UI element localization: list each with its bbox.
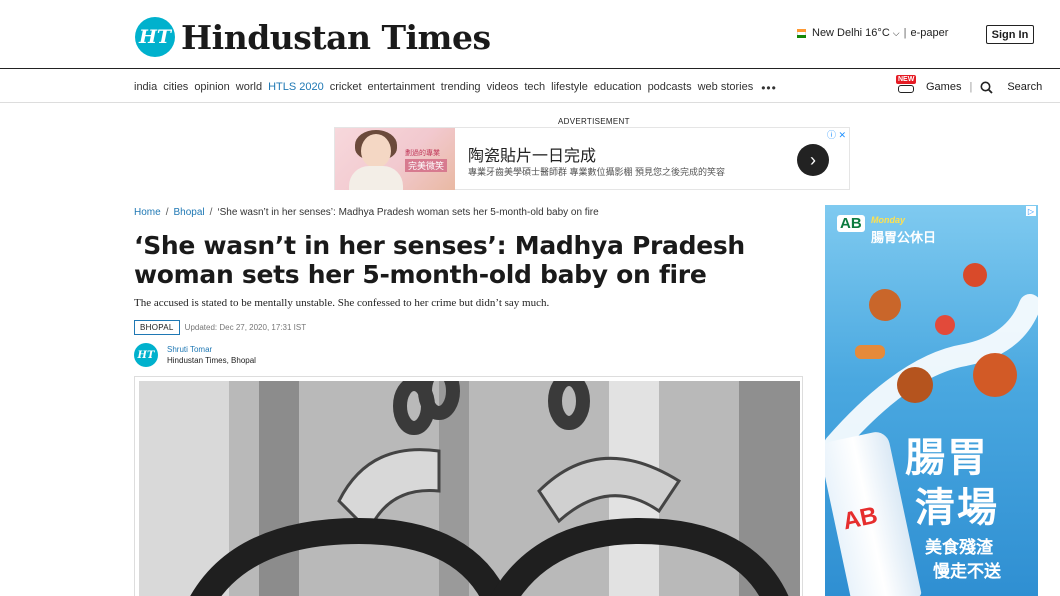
breadcrumb-home[interactable]: Home bbox=[134, 207, 161, 218]
search-icon bbox=[980, 81, 993, 94]
india-flag-icon bbox=[797, 28, 806, 38]
nav-item-cricket[interactable]: cricket bbox=[330, 81, 362, 95]
epaper-link[interactable]: e-paper bbox=[910, 27, 948, 39]
new-badge: NEW bbox=[896, 75, 917, 84]
article-meta: BHOPAL Updated: Dec 27, 2020, 17:31 IST bbox=[134, 320, 306, 335]
nav-item-web-stories[interactable]: web stories bbox=[698, 81, 754, 95]
games-link[interactable]: NEW Games | Search bbox=[894, 75, 1042, 95]
side-ad-monday: Monday bbox=[871, 215, 906, 225]
ad-next-arrow-icon[interactable]: › bbox=[797, 144, 829, 176]
nav-list: india cities opinion world HTLS 2020 cri… bbox=[134, 81, 777, 95]
chevron-down-icon[interactable]: ⌵ bbox=[893, 28, 900, 39]
gamepad-icon: NEW bbox=[894, 75, 918, 95]
author-byline: HT Shruti Tomar Hindustan Times, Bhopal bbox=[134, 343, 256, 367]
nav-item-cities[interactable]: cities bbox=[163, 81, 188, 95]
article-image-handcuffs bbox=[139, 381, 800, 596]
divider: | bbox=[903, 27, 907, 39]
nav-item-htls[interactable]: HTLS 2020 bbox=[268, 81, 324, 95]
side-ad-line-1: 美食殘渣 bbox=[925, 538, 993, 557]
ad-choices-icon[interactable]: ⓘ ✕ bbox=[827, 128, 846, 141]
author-avatar: HT bbox=[134, 343, 158, 367]
article-headline: ‘She wasn’t in her senses’: Madhya Prade… bbox=[134, 231, 745, 289]
ad-tag: 劃過的專業 bbox=[405, 150, 440, 157]
search-button[interactable]: Search bbox=[980, 81, 1042, 94]
side-ad-logo: AB bbox=[837, 215, 865, 232]
more-menu-icon[interactable]: ••• bbox=[761, 81, 777, 95]
weather-text: New Delhi 16°C bbox=[812, 27, 890, 39]
games-label: Games bbox=[926, 81, 962, 93]
article-summary: The accused is stated to be mentally uns… bbox=[134, 297, 550, 309]
side-ad-line-2: 慢走不送 bbox=[933, 562, 1001, 581]
breadcrumb-separator: / bbox=[165, 207, 169, 218]
search-label: Search bbox=[1007, 81, 1043, 93]
nav-item-trending[interactable]: trending bbox=[441, 81, 481, 95]
ad-model-body bbox=[349, 166, 403, 190]
updated-timestamp: Updated: Dec 27, 2020, 17:31 IST bbox=[184, 323, 307, 332]
side-ad-headline-2: 清場 bbox=[915, 486, 999, 530]
ad-choices-icon[interactable]: ▷ bbox=[1026, 206, 1036, 216]
ad-subtitle: 專業牙齒美學碩士醫師群 專業數位攝影棚 預見您之後完成的笑容 bbox=[468, 167, 726, 177]
weather-widget[interactable]: New Delhi 16°C ⌵ | e-paper bbox=[797, 27, 948, 39]
nav-item-education[interactable]: education bbox=[594, 81, 642, 95]
sign-in-button[interactable]: Sign In bbox=[986, 25, 1034, 44]
nav-item-opinion[interactable]: opinion bbox=[194, 81, 229, 95]
nav-item-world[interactable]: world bbox=[236, 81, 262, 95]
logo-badge: HT bbox=[135, 17, 175, 57]
nav-item-entertainment[interactable]: entertainment bbox=[368, 81, 435, 95]
logo-wordmark: Hindustan Times bbox=[181, 17, 491, 57]
ad-tag-highlight: 完美微笑 bbox=[405, 159, 448, 172]
author-info: Shruti Tomar Hindustan Times, Bhopal bbox=[167, 344, 256, 366]
breadcrumb-separator: / bbox=[209, 207, 213, 218]
breadcrumb: Home / Bhopal / ‘She wasn’t in her sense… bbox=[134, 207, 599, 218]
author-name[interactable]: Shruti Tomar bbox=[167, 344, 256, 355]
nav-item-lifestyle[interactable]: lifestyle bbox=[551, 81, 588, 95]
nav-item-podcasts[interactable]: podcasts bbox=[648, 81, 692, 95]
breadcrumb-current: ‘She wasn’t in her senses’: Madhya Prade… bbox=[217, 207, 599, 218]
main-nav: india cities opinion world HTLS 2020 cri… bbox=[0, 69, 1060, 103]
top-ad-banner[interactable]: 劃過的專業 完美微笑 陶瓷貼片一日完成 專業牙齒美學碩士醫師群 專業數位攝影棚 … bbox=[334, 127, 850, 190]
handcuffs-illustration bbox=[139, 381, 800, 596]
section-tag[interactable]: BHOPAL bbox=[134, 320, 180, 335]
ad-title: 陶瓷貼片一日完成 bbox=[468, 148, 597, 165]
article-image-frame bbox=[134, 376, 803, 596]
side-ad-subtitle: 腸胃公休日 bbox=[871, 230, 937, 245]
author-org: Hindustan Times, Bhopal bbox=[167, 356, 256, 365]
nav-item-india[interactable]: india bbox=[134, 81, 157, 95]
site-header: HT Hindustan Times New Delhi 16°C ⌵ | e-… bbox=[0, 0, 1060, 69]
site-logo[interactable]: HT Hindustan Times bbox=[135, 17, 491, 57]
nav-item-videos[interactable]: videos bbox=[487, 81, 519, 95]
side-ad[interactable]: ▷ AB Monday 腸胃公休日 AB 腸胃 清場 美食殘渣 慢走不送 bbox=[825, 205, 1038, 596]
ad-photo: 劃過的專業 完美微笑 bbox=[335, 128, 455, 190]
ad-model-face bbox=[361, 134, 391, 168]
gamepad-shape bbox=[898, 85, 914, 93]
advertisement-label: ADVERTISEMENT bbox=[558, 117, 630, 126]
divider: | bbox=[969, 81, 973, 93]
breadcrumb-bhopal[interactable]: Bhopal bbox=[173, 207, 204, 218]
nav-item-tech[interactable]: tech bbox=[524, 81, 545, 95]
